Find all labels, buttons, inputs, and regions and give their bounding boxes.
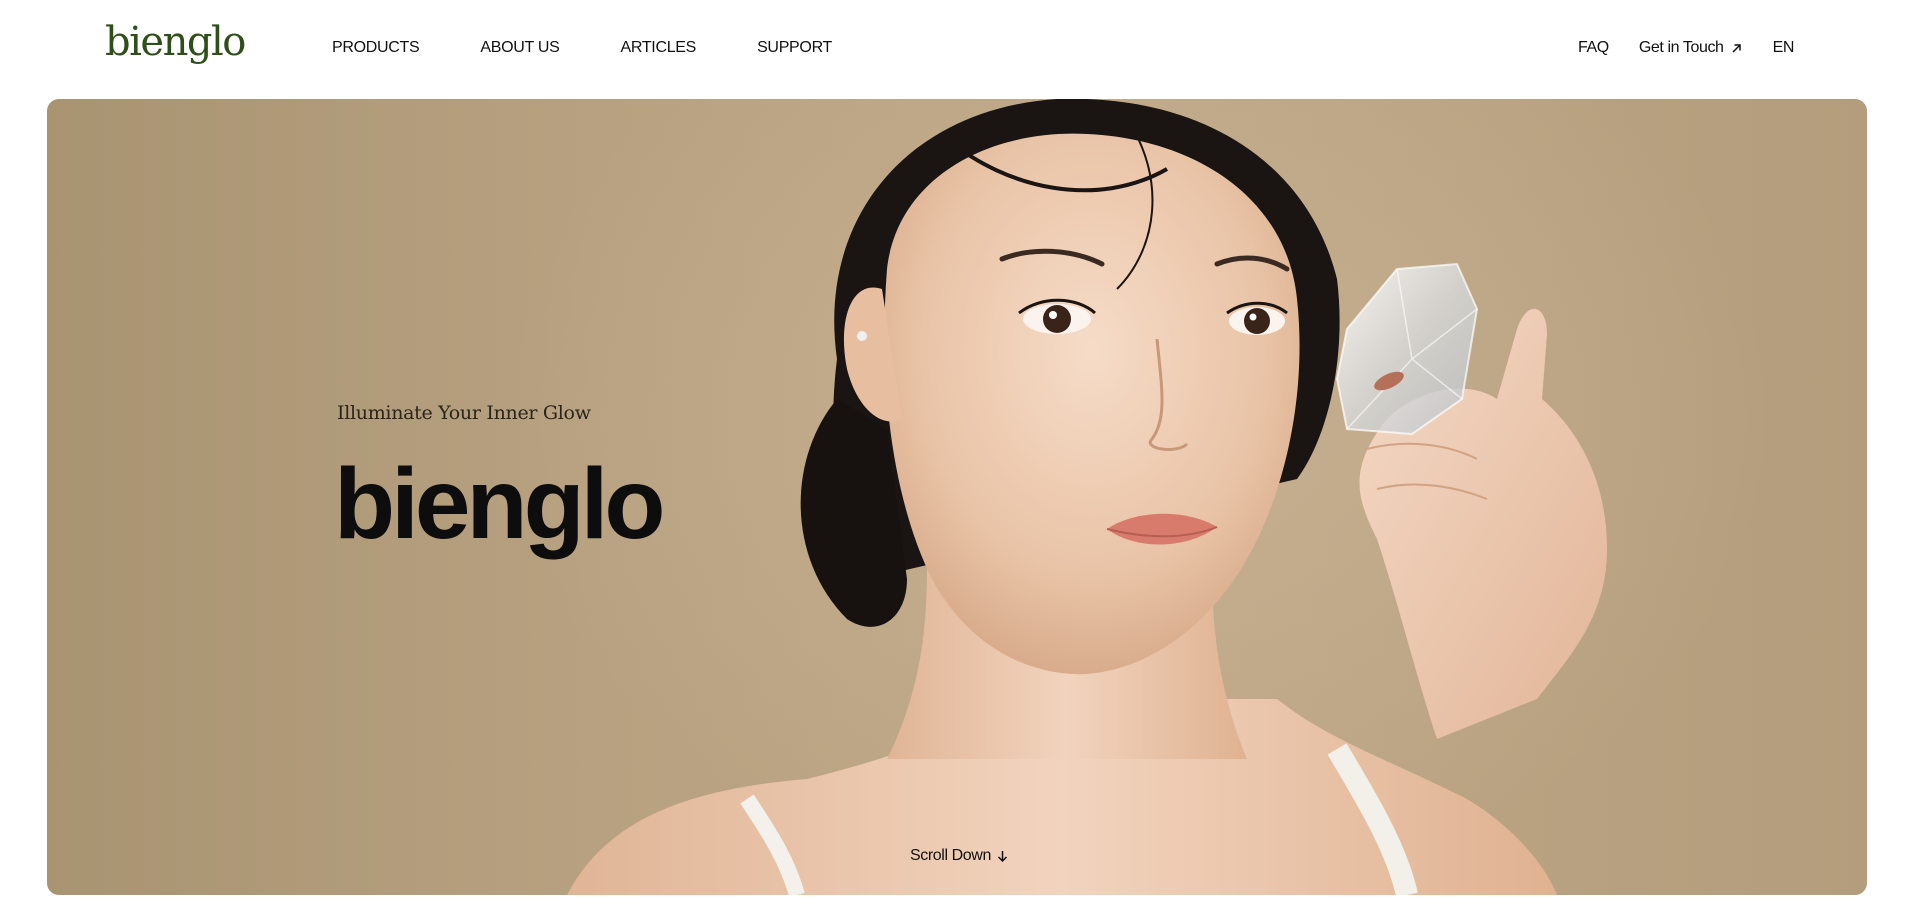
get-in-touch-link[interactable]: Get in Touch (1639, 38, 1742, 58)
hero-tagline: Illuminate Your Inner Glow (337, 402, 591, 424)
brand-logo[interactable]: bienglo (105, 19, 246, 65)
get-in-touch-label: Get in Touch (1638, 39, 1724, 56)
nav-item-about-us[interactable]: ABOUT US (480, 38, 559, 58)
logo-text: bienglo (105, 19, 246, 65)
hero-model-image (567, 99, 1607, 895)
hero-title: bienglo (334, 448, 666, 560)
arrow-down-icon (997, 850, 1007, 862)
site-header: bienglo PRODUCTS ABOUT US ARTICLES SUPPO… (0, 0, 1910, 98)
arrow-up-right-icon (1732, 43, 1741, 53)
main-nav: PRODUCTS ABOUT US ARTICLES SUPPORT (332, 38, 893, 58)
hero-banner: Illuminate Your Inner Glow bienglo Scrol… (47, 99, 1867, 895)
nav-item-articles[interactable]: ARTICLES (621, 38, 697, 58)
faq-link[interactable]: FAQ (1578, 38, 1609, 58)
nav-item-support[interactable]: SUPPORT (757, 38, 832, 58)
language-selector[interactable]: EN (1773, 38, 1795, 58)
scroll-down-label: Scroll Down (910, 847, 991, 864)
scroll-down-button[interactable]: Scroll Down (910, 847, 1008, 865)
header-utility-nav: FAQ Get in Touch EN (1578, 38, 1794, 58)
nav-item-products[interactable]: PRODUCTS (332, 38, 420, 58)
